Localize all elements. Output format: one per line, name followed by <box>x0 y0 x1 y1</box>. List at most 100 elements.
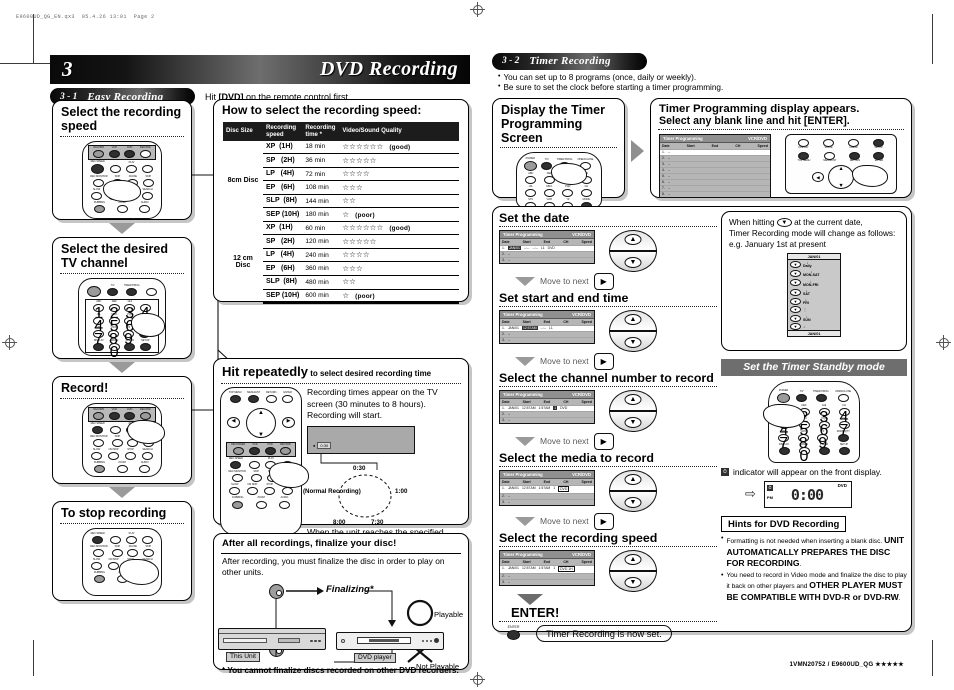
remote-row-d4: DUBBING ZOOM AUDIO <box>221 496 301 509</box>
easy-recording-detail-column: How to select the recording speed: Disc … <box>213 99 469 675</box>
flow-arrow-s3 <box>515 436 535 446</box>
enter-key[interactable]: ENTER <box>507 626 520 641</box>
dpad-down-icon[interactable]: ▼ <box>258 432 264 438</box>
up-arrow-icon[interactable]: ▲ <box>624 393 642 405</box>
dpad-up-icon-e[interactable]: ▲ <box>838 166 843 172</box>
up-down-control-5[interactable]: ▲ ▼ <box>609 549 657 592</box>
remote-key-skip-b: SKIP <box>111 436 123 448</box>
osd-cell-start[interactable]: 12:57AM <box>521 326 538 331</box>
remote-key-space-e: SPACE <box>823 138 834 150</box>
down-arrow-icon[interactable]: ▼ <box>624 416 642 428</box>
keypad-key-4-r: JKL <box>525 185 537 198</box>
date-seq-label: MON-FRI <box>803 282 819 287</box>
remote-key-dubbing: DUBBING <box>94 202 105 214</box>
right-arrow-button-4[interactable]: ▶ <box>593 512 614 530</box>
osd-cell-media[interactable]: DVD <box>558 486 570 493</box>
flow-arrow-3 <box>109 487 135 498</box>
timer-programming-appears-box: Timer Programming display appears. Selec… <box>650 97 912 198</box>
step-4-title: To stop recording <box>61 506 167 520</box>
up-arrow-icon[interactable]: ▲ <box>624 473 642 485</box>
remote-key-rec-speed-d: REC SPEED <box>229 458 243 470</box>
dpad-left-icon[interactable]: ◀ <box>227 417 240 429</box>
osd-col-date: Date <box>502 479 510 484</box>
osd-title: Timer Programming <box>503 231 543 237</box>
remote-key-dvd-2: DVD <box>124 408 136 421</box>
up-arrow-icon[interactable]: ▲ <box>624 233 642 245</box>
osd-row[interactable]: 1. JAN/01 12:57AM 1:57AM 1 DVD <box>500 484 594 493</box>
up-down-control-1[interactable]: ▲ ▼ <box>609 229 657 272</box>
osd-cell-ch[interactable]: 1 <box>553 406 558 411</box>
down-arrow-icon-inline: ▼ <box>776 218 792 228</box>
osd-row[interactable]: 3. -- <box>500 336 594 343</box>
down-arrow-icon[interactable]: ▼ <box>624 336 642 348</box>
front-display-timer-icon: ⏱ <box>766 484 773 491</box>
osd-col-date: Date <box>662 143 670 148</box>
crop-mark-left-horizontal <box>0 63 50 65</box>
remote-key-stop-d: STOP <box>264 484 276 496</box>
up-down-control-3[interactable]: ▲ ▼ <box>609 389 657 432</box>
divider-dotted <box>60 136 184 137</box>
osd-cell-end: 1:57AM <box>538 406 551 411</box>
col-recording-speed: Recording speed <box>263 122 303 141</box>
right-arrow-button-2[interactable]: ▶ <box>593 352 614 370</box>
keypad-key-dn-r: CH <box>580 185 592 198</box>
osd-cell-date: JAN/01 <box>507 326 519 331</box>
divider-dotted-s5 <box>499 545 717 547</box>
osd-row[interactable]: 1. JAN/01 12:57AM 1:57AM 1 DVD 1H <box>500 564 594 573</box>
right-arrow-button-3[interactable]: ▶ <box>593 432 614 450</box>
remote-key-slow: SLOW <box>91 189 102 201</box>
remote-e1: DISPLAY SPACE CLEAR SETUP <box>786 135 896 151</box>
osd-row[interactable]: 3. -- <box>500 498 594 505</box>
dpad-left-icon-e[interactable]: ◀ <box>812 172 824 182</box>
osd-row-index: 1. <box>502 406 505 411</box>
keypad-key-setup: SETUP <box>139 340 151 352</box>
osd-row[interactable]: 8. -- <box>660 190 770 197</box>
stars: ☆☆☆☆☆☆ <box>342 223 384 233</box>
up-arrow-icon[interactable]: ▲ <box>624 553 642 565</box>
record-button-remote: RECORD VCR DVD RECORD REC SPEED PLAY REC… <box>82 403 165 477</box>
quality: ☆☆☆☆ <box>339 167 459 182</box>
osd-row-index: 1. <box>502 246 505 251</box>
up-down-control-4[interactable]: ▲ ▼ <box>609 469 657 512</box>
osd-row[interactable]: 3. -- <box>500 256 594 263</box>
step-3-title: Record! <box>61 381 109 395</box>
dpad-down-icon-e[interactable]: ▼ <box>838 183 843 189</box>
remote-key-rew-d <box>248 458 260 470</box>
osd-cell-speed[interactable]: DVD 1H <box>558 566 575 573</box>
up-arrow-icon[interactable]: ▲ <box>624 313 642 325</box>
right-arrow-button-1[interactable]: ▶ <box>593 272 614 290</box>
osd-row[interactable]: 3. -- <box>500 416 594 423</box>
down-arrow-icon[interactable]: ▼ <box>624 496 642 508</box>
osd-cell-date[interactable]: JAN/01 <box>507 246 521 251</box>
remote-key-power-s: POWER <box>777 389 790 403</box>
osd-media: VCR/DVD <box>572 391 591 397</box>
osd-cell-end: --:-- <box>540 326 546 331</box>
mode: SEP (10H) <box>263 289 303 305</box>
osd-cell-start: --:-- <box>523 246 530 251</box>
osd-cell-end: 1:57AM <box>538 566 551 571</box>
osd-col-start: Start <box>522 319 531 324</box>
dpad-up-icon[interactable]: ▲ <box>258 410 264 416</box>
keypad-key-up-s: CH 4 <box>838 403 850 426</box>
remote-key-dubbing-d: DUBBING <box>232 497 243 509</box>
down-arrow-icon[interactable]: ▼ <box>624 576 642 588</box>
down-arrow-icon[interactable]: ▼ <box>624 256 642 268</box>
chapter-title: DVD Recording <box>320 58 458 80</box>
standby-mode-header: Set the Timer Standby mode <box>721 358 907 376</box>
dpad-right-icon[interactable]: ▶ <box>282 417 295 429</box>
date-seq-label: Daily <box>803 264 812 269</box>
osd-row[interactable]: 3. -- <box>500 578 594 585</box>
bullet-icon: • <box>721 535 724 543</box>
remote-key-timerprog-s[interactable]: TIMER PROG. <box>813 390 829 402</box>
up-down-control-2[interactable]: ▲ ▼ <box>609 309 657 352</box>
stars: ☆☆ <box>342 196 356 206</box>
remote-key-dvd-d: DVD <box>264 443 276 456</box>
table-header-row: Disc Size Recording speed Recording time… <box>223 122 459 141</box>
remote-key-setup-e: SETUP <box>873 138 884 150</box>
enter-key-icon[interactable] <box>507 630 520 641</box>
keypad-key-3: GHI 3 <box>124 300 136 323</box>
timer-step-4-title: Select the media to record <box>499 450 654 465</box>
osd-row-index: 1. <box>662 150 665 155</box>
remote-key-skip2: SKIP <box>142 176 154 188</box>
step-stop-recording: To stop recording REC SPEED PLAY REC MON… <box>52 501 192 601</box>
